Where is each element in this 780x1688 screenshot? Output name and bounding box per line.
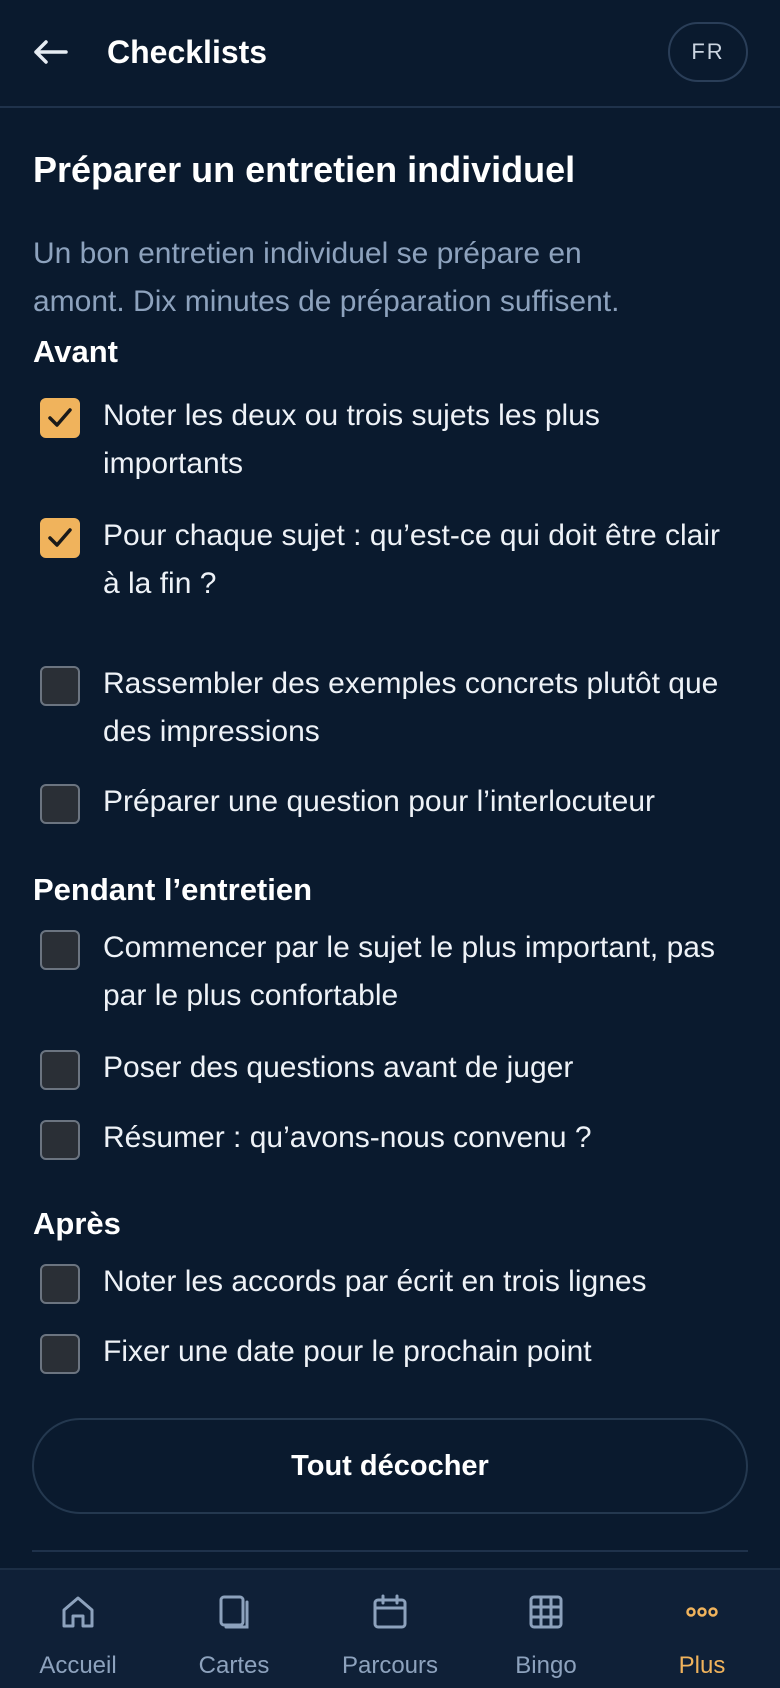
check-icon bbox=[48, 528, 72, 547]
top-bar: Checklists FR bbox=[0, 0, 780, 108]
back-button[interactable] bbox=[28, 30, 72, 74]
more-icon bbox=[686, 1607, 718, 1617]
grid-icon bbox=[529, 1595, 563, 1629]
bottom-nav: Accueil Cartes Parcours Bingo Plus bbox=[0, 1568, 780, 1688]
checklist-item-label: Préparer une question pour l’interlocute… bbox=[103, 785, 655, 818]
home-icon bbox=[62, 1596, 94, 1628]
section-title-apres: Après bbox=[33, 1206, 121, 1241]
nav-label: Plus bbox=[678, 1652, 726, 1679]
arrow-left-icon bbox=[34, 40, 68, 64]
checklist-item-label: Commencer par le sujet le plus important… bbox=[103, 931, 715, 1012]
nav-item-plus[interactable]: Plus bbox=[624, 1570, 780, 1688]
section-title-pendant: Pendant l’entretien bbox=[33, 872, 313, 907]
nav-item-accueil[interactable]: Accueil bbox=[0, 1570, 156, 1688]
checklist-item-label: Résumer : qu’avons-nous convenu ? bbox=[103, 1121, 592, 1154]
checklist-item-label: Pour chaque sujet : qu’est-ce qui doit ê… bbox=[103, 519, 721, 600]
header-title: Checklists bbox=[107, 34, 268, 70]
checkbox-unchecked[interactable] bbox=[40, 784, 80, 824]
checkbox-checked[interactable] bbox=[40, 518, 80, 558]
nav-item-cartes[interactable]: Cartes bbox=[156, 1570, 312, 1688]
cards-icon bbox=[219, 1595, 249, 1629]
checklist-item-label: Fixer une date pour le prochain point bbox=[103, 1335, 592, 1368]
intro-line-2: amont. Dix minutes de préparation suffis… bbox=[33, 285, 620, 318]
nav-item-parcours[interactable]: Parcours bbox=[312, 1570, 468, 1688]
uncheck-all-button[interactable]: Tout décocher bbox=[32, 1418, 748, 1514]
page-title: Préparer un entretien individuel bbox=[33, 149, 576, 190]
checkbox-unchecked[interactable] bbox=[40, 930, 80, 970]
check-icon bbox=[48, 408, 72, 427]
nav-label: Accueil bbox=[39, 1652, 117, 1679]
checklist-item-label: Rassembler des exemples concrets plutôt … bbox=[103, 667, 719, 748]
nav-label: Parcours bbox=[341, 1652, 439, 1679]
calendar-icon bbox=[373, 1594, 407, 1629]
checkbox-checked[interactable] bbox=[40, 398, 80, 438]
checklist-item-label: Poser des questions avant de juger bbox=[103, 1051, 574, 1084]
checklist-item-label: Noter les deux ou trois sujets les plus … bbox=[103, 399, 600, 480]
checkbox-unchecked[interactable] bbox=[40, 666, 80, 706]
nav-item-bingo[interactable]: Bingo bbox=[468, 1570, 624, 1688]
nav-label: Bingo bbox=[515, 1652, 577, 1679]
section-title-avant: Avant bbox=[33, 334, 118, 369]
checklist-item-label: Noter les accords par écrit en trois lig… bbox=[103, 1265, 647, 1298]
divider bbox=[32, 1550, 748, 1552]
language-button[interactable]: FR bbox=[668, 22, 748, 82]
checkbox-unchecked[interactable] bbox=[40, 1264, 80, 1304]
intro-text: Un bon entretien individuel se prépare e… bbox=[33, 230, 753, 326]
intro-line-1: Un bon entretien individuel se prépare e… bbox=[33, 237, 582, 270]
checkbox-unchecked[interactable] bbox=[40, 1334, 80, 1374]
checkbox-unchecked[interactable] bbox=[40, 1120, 80, 1160]
checkbox-unchecked[interactable] bbox=[40, 1050, 80, 1090]
nav-label: Cartes bbox=[198, 1652, 270, 1679]
